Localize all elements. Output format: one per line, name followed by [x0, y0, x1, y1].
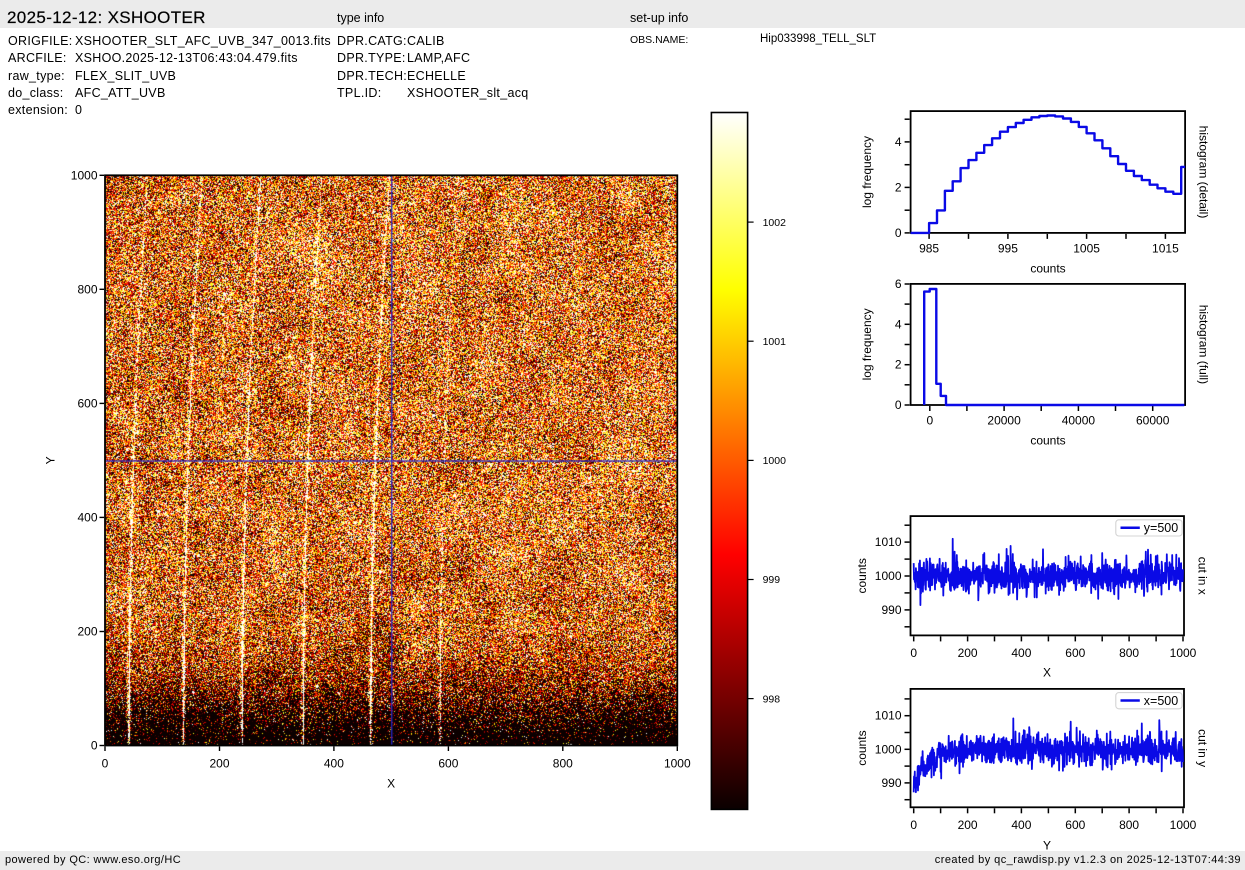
svg-text:985: 985 — [919, 242, 939, 256]
svg-text:1000: 1000 — [71, 168, 98, 182]
svg-text:1000: 1000 — [664, 757, 691, 771]
svg-text:1001: 1001 — [763, 336, 787, 348]
svg-text:0: 0 — [910, 818, 917, 832]
svg-text:0: 0 — [910, 646, 917, 660]
svg-text:40000: 40000 — [1062, 414, 1096, 428]
svg-text:400: 400 — [324, 757, 344, 771]
svg-text:counts: counts — [855, 730, 869, 765]
svg-text:995: 995 — [998, 242, 1018, 256]
svg-text:1015: 1015 — [1152, 242, 1179, 256]
svg-text:600: 600 — [1065, 818, 1085, 832]
svg-text:20000: 20000 — [987, 414, 1021, 428]
svg-text:6: 6 — [895, 277, 902, 291]
svg-text:400: 400 — [1011, 818, 1031, 832]
svg-text:4: 4 — [895, 317, 902, 331]
svg-text:counts: counts — [1030, 262, 1065, 276]
svg-text:y=500: y=500 — [1144, 521, 1178, 535]
svg-text:990: 990 — [881, 776, 901, 790]
svg-text:Y: Y — [44, 456, 58, 464]
svg-text:0: 0 — [895, 226, 902, 240]
svg-text:histogram (detail): histogram (detail) — [1197, 126, 1211, 219]
svg-text:400: 400 — [77, 510, 97, 524]
svg-text:1010: 1010 — [875, 535, 902, 549]
svg-text:Y: Y — [1043, 839, 1051, 853]
svg-text:histogram (full): histogram (full) — [1197, 305, 1211, 384]
svg-text:cut in x: cut in x — [1196, 557, 1210, 595]
svg-text:0: 0 — [102, 757, 109, 771]
svg-text:1000: 1000 — [875, 569, 902, 583]
svg-text:998: 998 — [763, 693, 781, 705]
svg-text:600: 600 — [1065, 646, 1085, 660]
svg-text:2: 2 — [895, 180, 902, 194]
svg-text:200: 200 — [209, 757, 229, 771]
svg-text:4: 4 — [895, 135, 902, 149]
svg-text:60000: 60000 — [1136, 414, 1170, 428]
svg-text:1000: 1000 — [763, 455, 787, 467]
svg-text:600: 600 — [438, 757, 458, 771]
svg-text:0: 0 — [91, 739, 98, 753]
svg-text:200: 200 — [958, 646, 978, 660]
svg-text:1010: 1010 — [875, 709, 902, 723]
svg-text:990: 990 — [881, 603, 901, 617]
svg-text:200: 200 — [77, 625, 97, 639]
svg-text:log frequency: log frequency — [860, 136, 874, 208]
svg-text:log frequency: log frequency — [860, 308, 874, 380]
svg-text:0: 0 — [895, 398, 902, 412]
svg-text:800: 800 — [1119, 818, 1139, 832]
svg-text:counts: counts — [1030, 434, 1065, 448]
svg-text:1002: 1002 — [763, 217, 787, 229]
svg-text:1000: 1000 — [1170, 818, 1197, 832]
svg-text:1005: 1005 — [1073, 242, 1100, 256]
svg-text:X: X — [1043, 666, 1051, 680]
svg-text:x=500: x=500 — [1144, 694, 1178, 708]
svg-text:counts: counts — [855, 558, 869, 593]
svg-text:800: 800 — [553, 757, 573, 771]
svg-text:0: 0 — [926, 414, 933, 428]
svg-text:X: X — [387, 777, 395, 791]
svg-text:800: 800 — [77, 282, 97, 296]
svg-text:200: 200 — [958, 818, 978, 832]
svg-text:1000: 1000 — [875, 742, 902, 756]
svg-text:800: 800 — [1119, 646, 1139, 660]
svg-text:999: 999 — [763, 574, 781, 586]
svg-text:1000: 1000 — [1170, 646, 1197, 660]
svg-text:2: 2 — [895, 358, 902, 372]
svg-text:400: 400 — [1011, 646, 1031, 660]
svg-text:600: 600 — [77, 396, 97, 410]
svg-text:cut in y: cut in y — [1196, 729, 1210, 767]
